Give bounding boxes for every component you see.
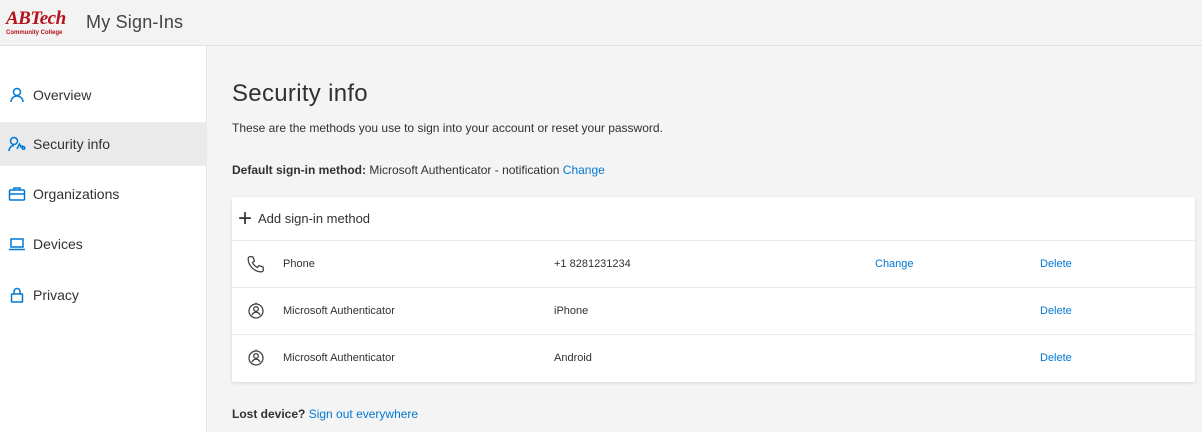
method-name: Microsoft Authenticator <box>283 352 395 364</box>
delete-method-link[interactable]: Delete <box>1040 305 1072 317</box>
sidebar: Overview Security info Organizations Dev… <box>0 46 207 432</box>
add-sign-in-method-button[interactable]: + Add sign-in method <box>232 197 1195 241</box>
sidebar-item-label: Devices <box>33 236 83 252</box>
sidebar-item-devices[interactable]: Devices <box>0 222 207 266</box>
change-default-method-link[interactable]: Change <box>563 163 605 177</box>
lock-icon <box>8 286 26 304</box>
sidebar-item-label: Overview <box>33 87 92 103</box>
method-detail: iPhone <box>554 305 589 317</box>
sidebar-item-label: Privacy <box>33 287 79 303</box>
sidebar-item-organizations[interactable]: Organizations <box>0 172 207 216</box>
authenticator-icon <box>246 301 266 321</box>
sidebar-item-privacy[interactable]: Privacy <box>0 273 207 317</box>
methods-card: + Add sign-in method Phone +1 8281231234… <box>232 197 1195 382</box>
default-method-label: Default sign-in method: <box>232 163 366 177</box>
app-title: My Sign-Ins <box>86 12 184 32</box>
method-row-phone: Phone +1 8281231234 Change Delete <box>232 241 1195 288</box>
add-method-label: Add sign-in method <box>258 211 371 226</box>
main-content: Security info These are the methods you … <box>208 46 1202 432</box>
method-row-authenticator-android: Microsoft Authenticator Android Delete <box>232 335 1195 382</box>
laptop-icon <box>8 235 26 253</box>
sidebar-item-overview[interactable]: Overview <box>0 73 207 117</box>
default-sign-in-method: Default sign-in method: Microsoft Authen… <box>232 163 605 177</box>
logo-subtext: Community College <box>6 29 63 36</box>
authenticator-icon <box>246 348 266 368</box>
top-header: ABTech Community College My Sign-Ins <box>0 0 1202 46</box>
method-detail: Android <box>554 352 592 364</box>
delete-method-link[interactable]: Delete <box>1040 258 1072 270</box>
delete-method-link[interactable]: Delete <box>1040 352 1072 364</box>
security-info-icon <box>8 135 26 153</box>
phone-icon <box>246 254 266 274</box>
logo-text: ABTech <box>6 7 66 29</box>
method-row-authenticator-iphone: Microsoft Authenticator iPhone Delete <box>232 288 1195 335</box>
sidebar-item-label: Organizations <box>33 186 120 202</box>
briefcase-icon <box>8 185 26 203</box>
method-name: Phone <box>283 258 315 270</box>
method-detail: +1 8281231234 <box>554 258 631 270</box>
sign-out-everywhere-link[interactable]: Sign out everywhere <box>309 407 418 421</box>
page-title: Security info <box>232 80 368 107</box>
plus-icon: + <box>238 204 253 232</box>
sidebar-item-security-info[interactable]: Security info <box>0 122 207 166</box>
change-method-link[interactable]: Change <box>875 258 914 270</box>
person-icon <box>8 86 26 104</box>
lost-device-line: Lost device? Sign out everywhere <box>232 407 418 421</box>
page-subtitle: These are the methods you use to sign in… <box>232 121 663 135</box>
lost-device-label: Lost device? <box>232 407 306 421</box>
sidebar-item-label: Security info <box>33 136 111 152</box>
method-name: Microsoft Authenticator <box>283 305 395 317</box>
default-method-value: Microsoft Authenticator - notification <box>369 163 560 177</box>
abtech-logo[interactable]: ABTech Community College <box>6 5 76 41</box>
